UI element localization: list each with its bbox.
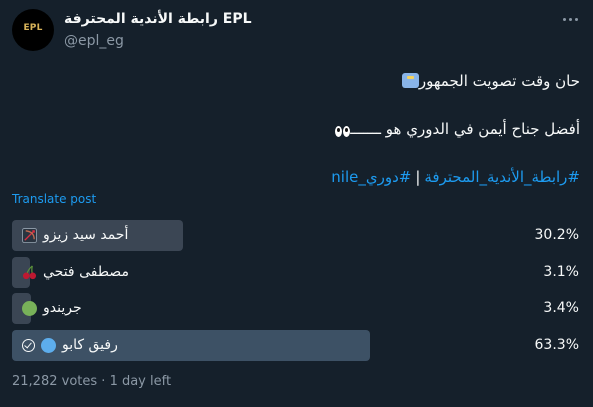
display-name[interactable]: رابطة الأندية المحترفة EPL	[64, 11, 252, 27]
poll-option-percent: 63.3%	[534, 337, 579, 353]
poll-time-left: 1 day left	[109, 374, 172, 389]
poll-option-text: أحمد سيد زيزو	[43, 227, 129, 243]
poll-option-percent: 30.2%	[534, 227, 579, 243]
poll-option-label: جريندو	[22, 300, 82, 316]
more-dot-icon	[568, 17, 572, 21]
bow-and-arrow-icon	[22, 227, 37, 243]
green-circle-icon	[22, 300, 37, 316]
hashtag-link[interactable]: #دوري_nile	[331, 168, 411, 186]
poll-option-label: مصطفى فتحي	[22, 264, 129, 280]
hashtag-separator: |	[415, 168, 421, 186]
cherries-icon	[22, 264, 37, 279]
account-handle[interactable]: @epl_eg	[64, 33, 124, 49]
more-dot-icon	[562, 17, 566, 21]
poll-option-text: جريندو	[43, 300, 82, 316]
post-line-2: أفضل جناح أيمن في الدوري هو ـــــــ	[327, 120, 580, 141]
poll-option-text: مصطفى فتحي	[43, 264, 129, 280]
hashtag-link[interactable]: #رابطة_الأندية_المحترفة	[424, 168, 580, 186]
avatar-logo-text: EPL	[23, 23, 43, 33]
ballot-box-icon	[401, 73, 419, 88]
poll-option: أحمد سيد زيزو 30.2%	[12, 220, 581, 251]
eyes-icon	[334, 123, 351, 141]
poll-option: مصطفى فتحي 3.1%	[12, 257, 581, 288]
avatar[interactable]: EPL	[12, 9, 54, 51]
post-line-1-text: حان وقت تصويت الجمهور	[418, 72, 580, 90]
post-line-1: حان وقت تصويت الجمهور	[397, 72, 580, 90]
poll-vote-count: 21,282 votes	[12, 374, 98, 389]
translate-post-link[interactable]: Translate post	[12, 192, 96, 206]
poll-footer-separator: ·	[101, 374, 106, 389]
poll-footer: 21,282 votes · 1 day left	[12, 374, 171, 389]
post-line-2-text: أفضل جناح أيمن في الدوري هو ـــــــ	[350, 120, 580, 138]
poll-option-label: رفيق كابو	[22, 337, 118, 353]
poll-option: رفيق كابو 63.3%	[12, 330, 581, 361]
poll-option-label: أحمد سيد زيزو	[22, 227, 128, 243]
poll-option-percent: 3.1%	[543, 264, 579, 280]
poll-option-text: رفيق كابو	[62, 337, 118, 353]
check-icon	[22, 338, 35, 352]
blue-circle-icon	[41, 337, 56, 353]
poll-option-percent: 3.4%	[543, 300, 579, 316]
more-options-button[interactable]	[557, 6, 583, 32]
post-hashtags: #رابطة_الأندية_المحترفة|#دوري_nile	[331, 168, 580, 186]
more-dot-icon	[574, 17, 578, 21]
poll-option: جريندو 3.4%	[12, 293, 581, 324]
